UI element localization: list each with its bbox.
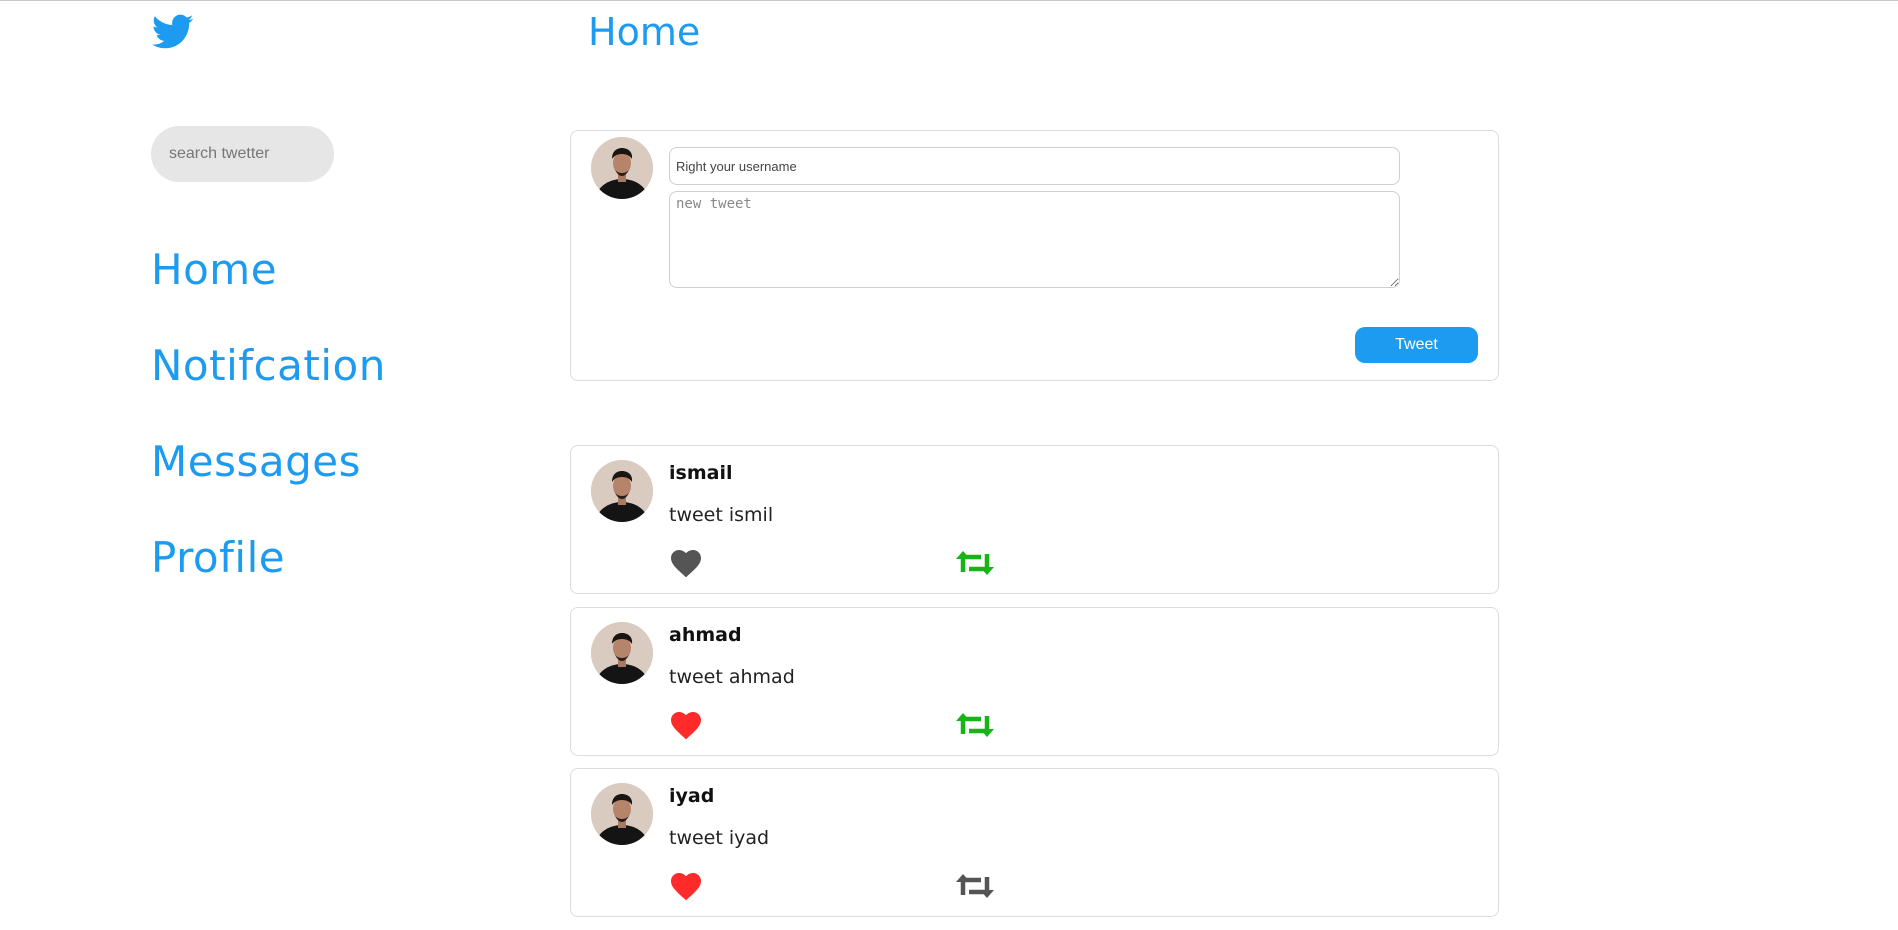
sidebar-item-notifications[interactable]: Notifcation	[151, 336, 386, 432]
tweet-card: ismail tweet ismil	[570, 445, 1499, 594]
tweet-card: ahmad tweet ahmad	[570, 607, 1499, 756]
retweet-icon[interactable]	[955, 548, 995, 578]
search-input[interactable]	[151, 126, 334, 182]
avatar	[591, 460, 653, 522]
sidebar-item-home[interactable]: Home	[151, 240, 386, 336]
tweet-button[interactable]: Tweet	[1355, 327, 1478, 363]
tweet-text: tweet iyad	[669, 827, 770, 849]
tweet-composer: Tweet	[570, 130, 1499, 381]
page-title: Home	[588, 10, 701, 54]
heart-icon[interactable]	[669, 871, 703, 901]
new-tweet-textarea[interactable]	[669, 191, 1400, 288]
avatar	[591, 137, 653, 199]
sidebar-item-messages[interactable]: Messages	[151, 432, 386, 528]
tweet-username: ahmad	[669, 624, 742, 646]
username-input[interactable]	[669, 147, 1400, 185]
retweet-icon[interactable]	[955, 710, 995, 740]
heart-icon[interactable]	[669, 710, 703, 740]
avatar	[591, 783, 653, 845]
tweet-card: iyad tweet iyad	[570, 768, 1499, 917]
tweet-username: iyad	[669, 785, 715, 807]
tweet-username: ismail	[669, 462, 733, 484]
avatar	[591, 622, 653, 684]
top-border	[0, 0, 1898, 1]
sidebar-nav: Home Notifcation Messages Profile	[151, 240, 386, 624]
tweet-text: tweet ismil	[669, 504, 774, 526]
twitter-bird-icon[interactable]	[152, 14, 194, 50]
heart-icon[interactable]	[669, 548, 703, 578]
tweet-text: tweet ahmad	[669, 666, 795, 688]
retweet-icon[interactable]	[955, 871, 995, 901]
sidebar-item-profile[interactable]: Profile	[151, 528, 386, 624]
